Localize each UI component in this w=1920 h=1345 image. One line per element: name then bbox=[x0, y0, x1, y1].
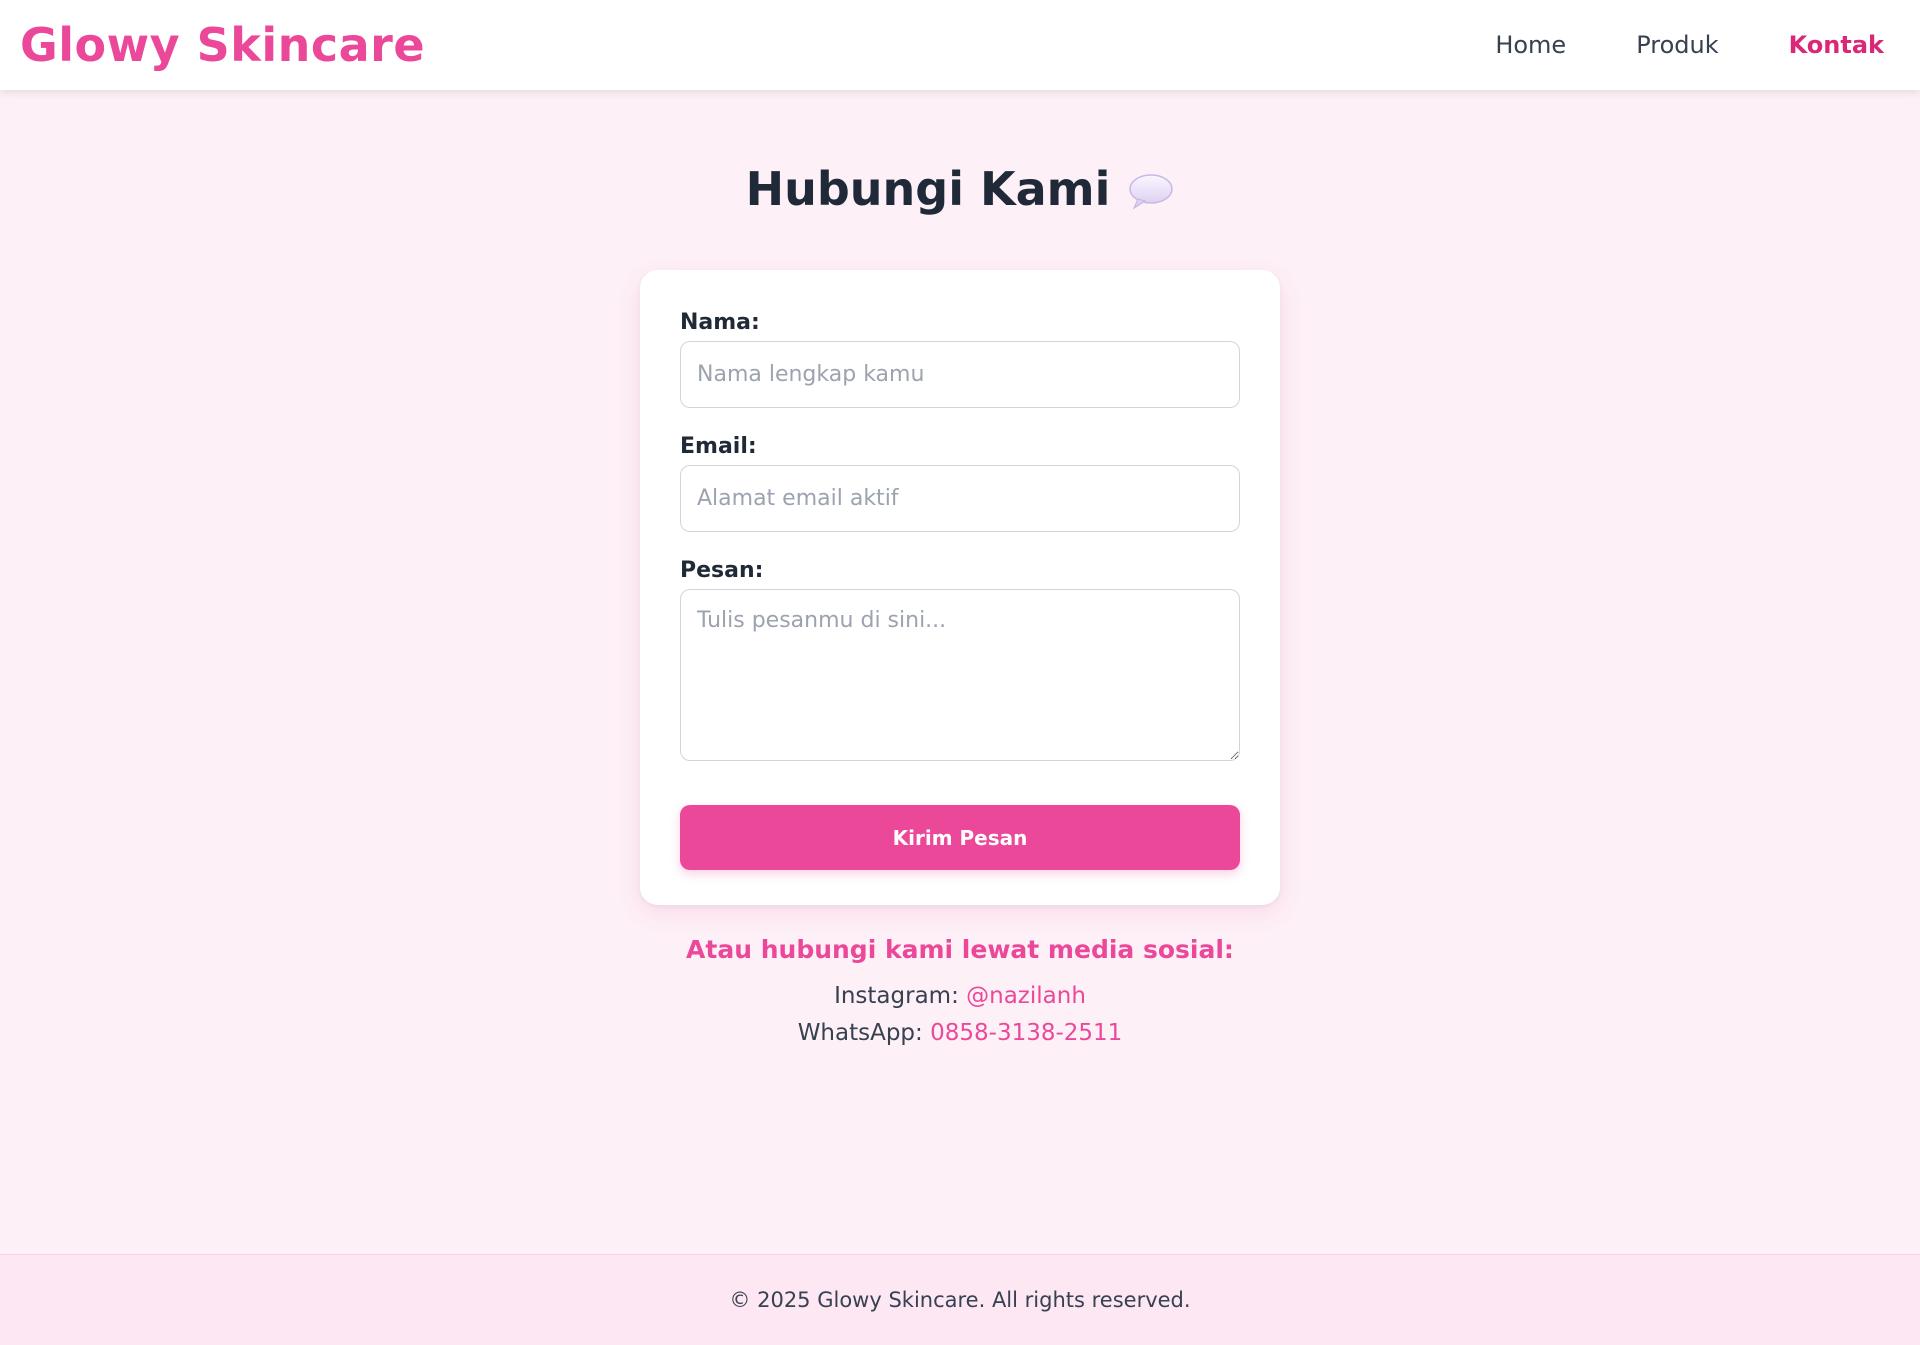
social-contact: Atau hubungi kami lewat media sosial: In… bbox=[0, 935, 1920, 1052]
instagram-label: Instagram: bbox=[834, 983, 959, 1009]
email-input[interactable] bbox=[680, 465, 1240, 532]
whatsapp-link[interactable]: 0858-3138-2511 bbox=[930, 1020, 1122, 1046]
speech-bubble-icon bbox=[1128, 173, 1174, 211]
whatsapp-label: WhatsApp: bbox=[797, 1020, 923, 1046]
page-title-row: Hubungi Kami bbox=[0, 162, 1920, 216]
message-textarea[interactable] bbox=[680, 589, 1240, 761]
site-footer: © 2025 Glowy Skincare. All rights reserv… bbox=[0, 1254, 1920, 1345]
nav-kontak-link[interactable]: Kontak bbox=[1789, 31, 1884, 59]
site-logo[interactable]: Glowy Skincare bbox=[20, 18, 425, 72]
nav-produk-link[interactable]: Produk bbox=[1636, 31, 1718, 59]
social-title: Atau hubungi kami lewat media sosial: bbox=[686, 935, 1234, 964]
email-label: Email: bbox=[680, 434, 757, 459]
footer-copyright: © 2025 Glowy Skincare. All rights reserv… bbox=[729, 1288, 1191, 1312]
name-label: Nama: bbox=[680, 310, 760, 335]
message-label: Pesan: bbox=[680, 558, 764, 583]
whatsapp-line: WhatsApp: 0858-3138-2511 bbox=[0, 1015, 1920, 1052]
contact-form: Nama: Email: Pesan: Kirim Pesan bbox=[640, 270, 1280, 905]
submit-button[interactable]: Kirim Pesan bbox=[680, 805, 1240, 870]
nav-home-link[interactable]: Home bbox=[1495, 31, 1566, 59]
instagram-link[interactable]: @nazilanh bbox=[966, 983, 1086, 1009]
instagram-line: Instagram: @nazilanh bbox=[0, 978, 1920, 1015]
main-nav: Home Produk Kontak bbox=[1425, 31, 1884, 59]
site-header: Glowy Skincare Home Produk Kontak bbox=[0, 0, 1920, 90]
page-title: Hubungi Kami bbox=[745, 162, 1111, 216]
name-input[interactable] bbox=[680, 341, 1240, 408]
